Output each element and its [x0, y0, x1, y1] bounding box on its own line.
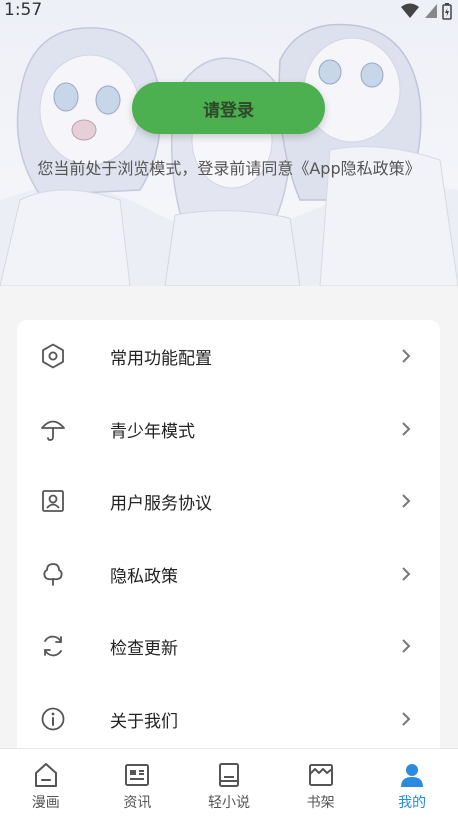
- chevron-right-icon: [402, 494, 411, 508]
- status-bar: 1:57: [0, 0, 458, 22]
- nav-tab-light-novel[interactable]: 轻小说: [183, 749, 275, 820]
- chevron-right-icon: [402, 567, 411, 581]
- refresh-icon: [39, 632, 67, 660]
- info-icon: [39, 705, 67, 733]
- battery-icon: [442, 2, 452, 20]
- menu-item-label: 常用功能配置: [110, 348, 212, 369]
- menu-item-check-update[interactable]: 检查更新: [17, 610, 440, 682]
- tree-icon: [39, 560, 67, 588]
- menu-item-label: 关于我们: [110, 711, 178, 732]
- nav-label: 资讯: [123, 795, 152, 811]
- nav-tab-comics[interactable]: 漫画: [0, 749, 92, 820]
- menu-item-teen-mode[interactable]: 青少年模式: [17, 393, 440, 465]
- umbrella-icon: [39, 415, 67, 443]
- settings-menu: 常用功能配置 青少年模式 用户服务协议 隐私政策 检查更新 关于我们: [17, 320, 440, 760]
- wifi-icon: [401, 3, 419, 18]
- nav-label: 轻小说: [207, 795, 250, 811]
- login-button[interactable]: 请登录: [132, 82, 325, 134]
- book-icon: [215, 761, 243, 789]
- menu-item-common-config[interactable]: 常用功能配置: [17, 320, 440, 392]
- hexagon-settings-icon: [39, 342, 67, 370]
- bottom-nav: 漫画 资讯 轻小说 书架 我的: [0, 748, 458, 820]
- chevron-right-icon: [402, 349, 411, 363]
- menu-item-privacy-policy[interactable]: 隐私政策: [17, 538, 440, 610]
- nav-label: 我的: [398, 795, 427, 811]
- person-icon: [398, 761, 426, 789]
- chevron-right-icon: [402, 422, 411, 436]
- bookshelf-icon: [307, 761, 335, 789]
- menu-item-about-us[interactable]: 关于我们: [17, 683, 440, 755]
- status-time: 1:57: [4, 0, 43, 20]
- menu-item-label: 检查更新: [110, 638, 178, 659]
- nav-label: 漫画: [31, 795, 60, 811]
- home-icon: [32, 761, 60, 789]
- anime-characters-background: [0, 23, 458, 286]
- nav-tab-bookshelf[interactable]: 书架: [275, 749, 367, 820]
- nav-label: 书架: [306, 795, 335, 811]
- menu-item-label: 青少年模式: [110, 421, 195, 442]
- chevron-right-icon: [402, 639, 411, 653]
- menu-item-label: 用户服务协议: [110, 493, 212, 514]
- chevron-right-icon: [402, 712, 411, 726]
- nav-tab-news[interactable]: 资讯: [92, 749, 184, 820]
- header-illustration: [0, 0, 458, 286]
- news-icon: [123, 761, 151, 789]
- menu-item-user-agreement[interactable]: 用户服务协议: [17, 465, 440, 537]
- menu-item-label: 隐私政策: [110, 566, 178, 587]
- user-card-icon: [39, 487, 67, 515]
- status-icons: [400, 2, 452, 20]
- nav-tab-mine[interactable]: 我的: [366, 749, 458, 820]
- browse-mode-notice: 您当前处于浏览模式，登录前请同意《App隐私政策》: [37, 159, 421, 178]
- signal-icon: [425, 4, 437, 18]
